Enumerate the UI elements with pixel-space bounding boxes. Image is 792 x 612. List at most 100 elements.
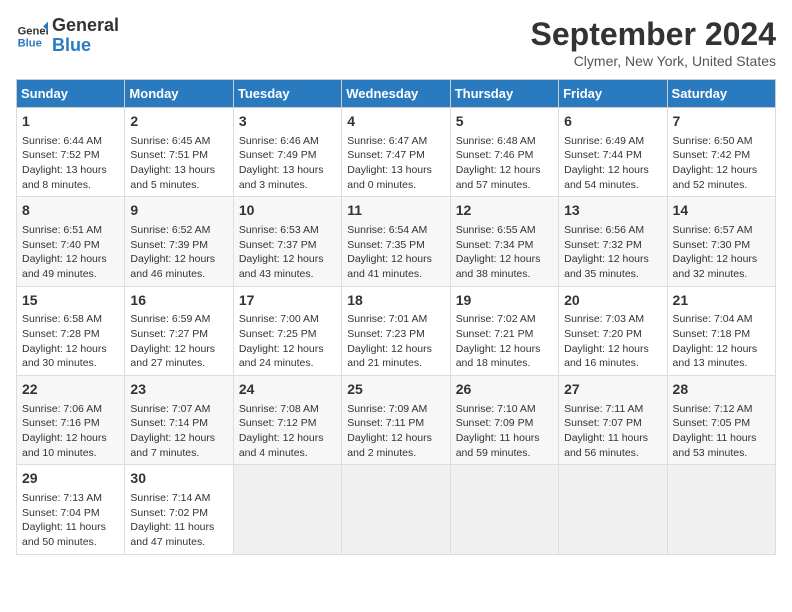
calendar-cell: 15Sunrise: 6:58 AM Sunset: 7:28 PM Dayli… (17, 286, 125, 375)
day-info: Sunrise: 6:59 AM Sunset: 7:27 PM Dayligh… (130, 312, 227, 371)
day-info: Sunrise: 7:09 AM Sunset: 7:11 PM Dayligh… (347, 402, 444, 461)
logo: General Blue General Blue (16, 16, 119, 56)
calendar-cell: 13Sunrise: 6:56 AM Sunset: 7:32 PM Dayli… (559, 197, 667, 286)
calendar-cell: 18Sunrise: 7:01 AM Sunset: 7:23 PM Dayli… (342, 286, 450, 375)
day-number: 15 (22, 291, 119, 311)
calendar-cell: 21Sunrise: 7:04 AM Sunset: 7:18 PM Dayli… (667, 286, 775, 375)
day-info: Sunrise: 6:52 AM Sunset: 7:39 PM Dayligh… (130, 223, 227, 282)
calendar-cell: 9Sunrise: 6:52 AM Sunset: 7:39 PM Daylig… (125, 197, 233, 286)
day-number: 6 (564, 112, 661, 132)
day-info: Sunrise: 6:50 AM Sunset: 7:42 PM Dayligh… (673, 134, 770, 193)
day-number: 28 (673, 380, 770, 400)
day-number: 19 (456, 291, 553, 311)
calendar-cell: 1Sunrise: 6:44 AM Sunset: 7:52 PM Daylig… (17, 108, 125, 197)
day-number: 22 (22, 380, 119, 400)
weekday-header-sunday: Sunday (17, 80, 125, 108)
day-info: Sunrise: 7:08 AM Sunset: 7:12 PM Dayligh… (239, 402, 336, 461)
day-info: Sunrise: 6:51 AM Sunset: 7:40 PM Dayligh… (22, 223, 119, 282)
weekday-header-saturday: Saturday (667, 80, 775, 108)
calendar-cell: 6Sunrise: 6:49 AM Sunset: 7:44 PM Daylig… (559, 108, 667, 197)
calendar-cell: 10Sunrise: 6:53 AM Sunset: 7:37 PM Dayli… (233, 197, 341, 286)
calendar-cell: 27Sunrise: 7:11 AM Sunset: 7:07 PM Dayli… (559, 376, 667, 465)
day-info: Sunrise: 6:55 AM Sunset: 7:34 PM Dayligh… (456, 223, 553, 282)
day-info: Sunrise: 7:10 AM Sunset: 7:09 PM Dayligh… (456, 402, 553, 461)
day-info: Sunrise: 6:46 AM Sunset: 7:49 PM Dayligh… (239, 134, 336, 193)
day-info: Sunrise: 6:48 AM Sunset: 7:46 PM Dayligh… (456, 134, 553, 193)
weekday-header-monday: Monday (125, 80, 233, 108)
calendar-cell: 30Sunrise: 7:14 AM Sunset: 7:02 PM Dayli… (125, 465, 233, 554)
calendar-week-row: 22Sunrise: 7:06 AM Sunset: 7:16 PM Dayli… (17, 376, 776, 465)
day-number: 26 (456, 380, 553, 400)
weekday-header-wednesday: Wednesday (342, 80, 450, 108)
calendar-cell: 16Sunrise: 6:59 AM Sunset: 7:27 PM Dayli… (125, 286, 233, 375)
calendar-cell: 22Sunrise: 7:06 AM Sunset: 7:16 PM Dayli… (17, 376, 125, 465)
calendar-cell: 19Sunrise: 7:02 AM Sunset: 7:21 PM Dayli… (450, 286, 558, 375)
calendar-cell: 24Sunrise: 7:08 AM Sunset: 7:12 PM Dayli… (233, 376, 341, 465)
day-info: Sunrise: 7:01 AM Sunset: 7:23 PM Dayligh… (347, 312, 444, 371)
calendar-cell (342, 465, 450, 554)
day-info: Sunrise: 7:03 AM Sunset: 7:20 PM Dayligh… (564, 312, 661, 371)
day-info: Sunrise: 6:58 AM Sunset: 7:28 PM Dayligh… (22, 312, 119, 371)
day-info: Sunrise: 6:44 AM Sunset: 7:52 PM Dayligh… (22, 134, 119, 193)
calendar-cell: 28Sunrise: 7:12 AM Sunset: 7:05 PM Dayli… (667, 376, 775, 465)
day-info: Sunrise: 6:57 AM Sunset: 7:30 PM Dayligh… (673, 223, 770, 282)
location-subtitle: Clymer, New York, United States (531, 53, 776, 69)
day-number: 27 (564, 380, 661, 400)
calendar-week-row: 29Sunrise: 7:13 AM Sunset: 7:04 PM Dayli… (17, 465, 776, 554)
day-info: Sunrise: 7:07 AM Sunset: 7:14 PM Dayligh… (130, 402, 227, 461)
calendar-cell: 12Sunrise: 6:55 AM Sunset: 7:34 PM Dayli… (450, 197, 558, 286)
calendar-cell: 26Sunrise: 7:10 AM Sunset: 7:09 PM Dayli… (450, 376, 558, 465)
day-info: Sunrise: 6:45 AM Sunset: 7:51 PM Dayligh… (130, 134, 227, 193)
calendar-cell: 3Sunrise: 6:46 AM Sunset: 7:49 PM Daylig… (233, 108, 341, 197)
day-number: 7 (673, 112, 770, 132)
day-number: 4 (347, 112, 444, 132)
calendar-cell (233, 465, 341, 554)
day-number: 8 (22, 201, 119, 221)
day-info: Sunrise: 7:13 AM Sunset: 7:04 PM Dayligh… (22, 491, 119, 550)
day-info: Sunrise: 7:14 AM Sunset: 7:02 PM Dayligh… (130, 491, 227, 550)
svg-text:Blue: Blue (18, 37, 42, 49)
title-block: September 2024 Clymer, New York, United … (531, 16, 776, 69)
day-number: 17 (239, 291, 336, 311)
calendar-cell: 11Sunrise: 6:54 AM Sunset: 7:35 PM Dayli… (342, 197, 450, 286)
day-number: 23 (130, 380, 227, 400)
calendar-cell (450, 465, 558, 554)
day-number: 11 (347, 201, 444, 221)
calendar-cell: 29Sunrise: 7:13 AM Sunset: 7:04 PM Dayli… (17, 465, 125, 554)
calendar-cell: 14Sunrise: 6:57 AM Sunset: 7:30 PM Dayli… (667, 197, 775, 286)
day-number: 29 (22, 469, 119, 489)
day-number: 3 (239, 112, 336, 132)
day-number: 2 (130, 112, 227, 132)
day-number: 18 (347, 291, 444, 311)
day-number: 25 (347, 380, 444, 400)
calendar-cell: 5Sunrise: 6:48 AM Sunset: 7:46 PM Daylig… (450, 108, 558, 197)
calendar-cell: 20Sunrise: 7:03 AM Sunset: 7:20 PM Dayli… (559, 286, 667, 375)
calendar-cell (667, 465, 775, 554)
day-info: Sunrise: 7:11 AM Sunset: 7:07 PM Dayligh… (564, 402, 661, 461)
day-number: 1 (22, 112, 119, 132)
day-info: Sunrise: 7:00 AM Sunset: 7:25 PM Dayligh… (239, 312, 336, 371)
day-info: Sunrise: 7:02 AM Sunset: 7:21 PM Dayligh… (456, 312, 553, 371)
day-number: 9 (130, 201, 227, 221)
day-info: Sunrise: 7:04 AM Sunset: 7:18 PM Dayligh… (673, 312, 770, 371)
day-number: 16 (130, 291, 227, 311)
logo-icon: General Blue (16, 20, 48, 52)
day-info: Sunrise: 7:12 AM Sunset: 7:05 PM Dayligh… (673, 402, 770, 461)
day-info: Sunrise: 7:06 AM Sunset: 7:16 PM Dayligh… (22, 402, 119, 461)
month-year-title: September 2024 (531, 16, 776, 53)
day-info: Sunrise: 6:53 AM Sunset: 7:37 PM Dayligh… (239, 223, 336, 282)
day-number: 5 (456, 112, 553, 132)
calendar-week-row: 15Sunrise: 6:58 AM Sunset: 7:28 PM Dayli… (17, 286, 776, 375)
svg-text:General: General (18, 25, 48, 37)
weekday-header-tuesday: Tuesday (233, 80, 341, 108)
calendar-table: SundayMondayTuesdayWednesdayThursdayFrid… (16, 79, 776, 555)
weekday-header-row: SundayMondayTuesdayWednesdayThursdayFrid… (17, 80, 776, 108)
day-info: Sunrise: 6:54 AM Sunset: 7:35 PM Dayligh… (347, 223, 444, 282)
calendar-cell: 2Sunrise: 6:45 AM Sunset: 7:51 PM Daylig… (125, 108, 233, 197)
day-number: 13 (564, 201, 661, 221)
weekday-header-friday: Friday (559, 80, 667, 108)
day-number: 24 (239, 380, 336, 400)
page-header: General Blue General Blue September 2024… (16, 16, 776, 69)
day-number: 12 (456, 201, 553, 221)
day-number: 30 (130, 469, 227, 489)
